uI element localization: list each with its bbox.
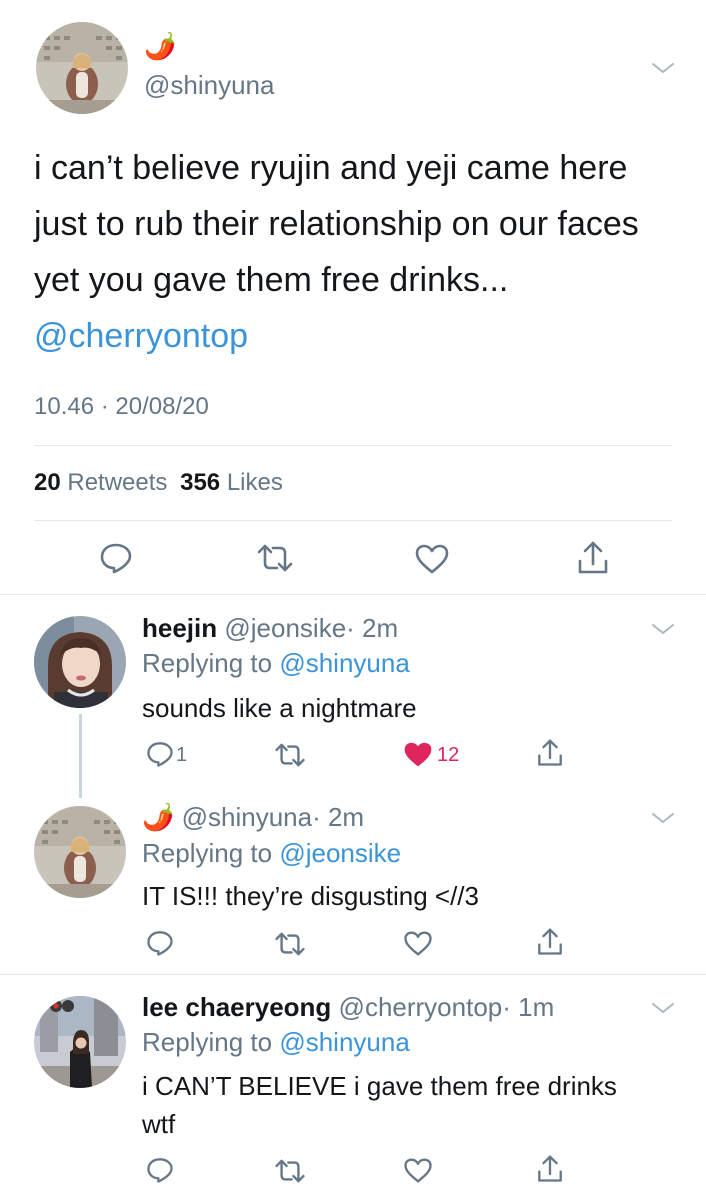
tweet-text: i can’t believe ryujin and yeji came her… <box>34 140 639 364</box>
replying-to: Replying to @jeonsike <box>142 838 401 869</box>
retweets-count[interactable]: 20 <box>34 469 61 496</box>
reply-icon[interactable] <box>145 929 175 957</box>
likes-count[interactable]: 356 <box>180 469 220 496</box>
reply-time[interactable]: · 2m <box>346 613 398 643</box>
replying-to: Replying to @shinyuna <box>142 648 410 679</box>
share-icon[interactable] <box>536 927 564 957</box>
replying-label: Replying to <box>142 838 273 868</box>
user-handle[interactable]: @jeonsike <box>224 613 346 643</box>
avatar[interactable] <box>36 22 128 114</box>
user-emoji: 🌶️ <box>142 802 175 832</box>
like-icon[interactable] <box>414 543 450 575</box>
avatar[interactable] <box>34 616 126 708</box>
avatar[interactable] <box>34 996 126 1088</box>
chevron-down-icon[interactable] <box>650 810 676 826</box>
replying-label: Replying to <box>142 1027 273 1057</box>
divider <box>0 974 706 975</box>
reply-icon[interactable] <box>145 1156 175 1184</box>
replying-to: Replying to @shinyuna <box>142 1027 410 1058</box>
chevron-down-icon[interactable] <box>650 1000 676 1016</box>
display-name[interactable]: lee chaeryeong <box>142 992 331 1022</box>
retweet-icon[interactable] <box>274 742 306 768</box>
reply-time[interactable]: · 1m <box>502 992 554 1022</box>
like-count: 12 <box>437 744 460 766</box>
divider <box>0 594 706 595</box>
share-icon[interactable] <box>536 1154 564 1184</box>
share-icon[interactable] <box>536 738 564 768</box>
reply-text: IT IS!!! they’re disgusting <//3 <box>142 881 479 911</box>
chevron-down-icon[interactable] <box>650 60 676 76</box>
like-icon[interactable] <box>403 930 433 957</box>
display-name[interactable]: heejin <box>142 613 217 643</box>
likes-label[interactable]: Likes <box>227 469 283 496</box>
user-handle[interactable]: @shinyuna <box>144 70 274 101</box>
reply-icon[interactable] <box>98 541 134 575</box>
retweet-icon[interactable] <box>274 1158 306 1184</box>
reply-text-line: i CAN’T BELIEVE i gave them free drinks <box>142 1071 617 1101</box>
mention-link[interactable]: @jeonsike <box>279 838 401 868</box>
avatar[interactable] <box>34 806 126 898</box>
share-icon[interactable] <box>576 540 610 576</box>
user-handle[interactable]: @shinyuna <box>182 802 312 832</box>
retweet-icon[interactable] <box>256 543 294 573</box>
retweet-icon[interactable] <box>274 931 306 957</box>
engagement-stats: 20 Retweets 356 Likes <box>34 469 283 497</box>
reply-header: heejin @jeonsike· 2m <box>142 613 398 644</box>
reply-count: 1 <box>176 744 188 766</box>
reply-text-line: wtf <box>142 1109 176 1139</box>
thread-line <box>79 714 82 798</box>
timestamp[interactable]: 10.46 · 20/08/20 <box>34 393 209 421</box>
retweets-label[interactable]: Retweets <box>67 469 167 496</box>
mention-link[interactable]: @shinyuna <box>279 1027 409 1057</box>
user-handle[interactable]: @cherryontop <box>339 992 503 1022</box>
mention-link[interactable]: @cherryontop <box>34 317 248 355</box>
replying-label: Replying to <box>142 648 273 678</box>
reply-header: lee chaeryeong @cherryontop· 1m <box>142 992 554 1023</box>
user-emoji: 🌶️ <box>144 31 177 61</box>
divider <box>34 445 672 446</box>
reply-text: sounds like a nightmare <box>142 693 417 723</box>
divider <box>34 520 672 521</box>
reply-header: 🌶️ @shinyuna· 2m <box>142 802 364 833</box>
like-icon[interactable] <box>403 741 433 768</box>
chevron-down-icon[interactable] <box>650 621 676 637</box>
reply-time[interactable]: · 2m <box>312 802 364 832</box>
like-icon[interactable] <box>403 1157 433 1184</box>
mention-link[interactable]: @shinyuna <box>279 648 409 678</box>
reply-icon[interactable] <box>145 740 175 768</box>
tweet-body: i can’t believe ryujin and yeji came her… <box>34 149 639 299</box>
